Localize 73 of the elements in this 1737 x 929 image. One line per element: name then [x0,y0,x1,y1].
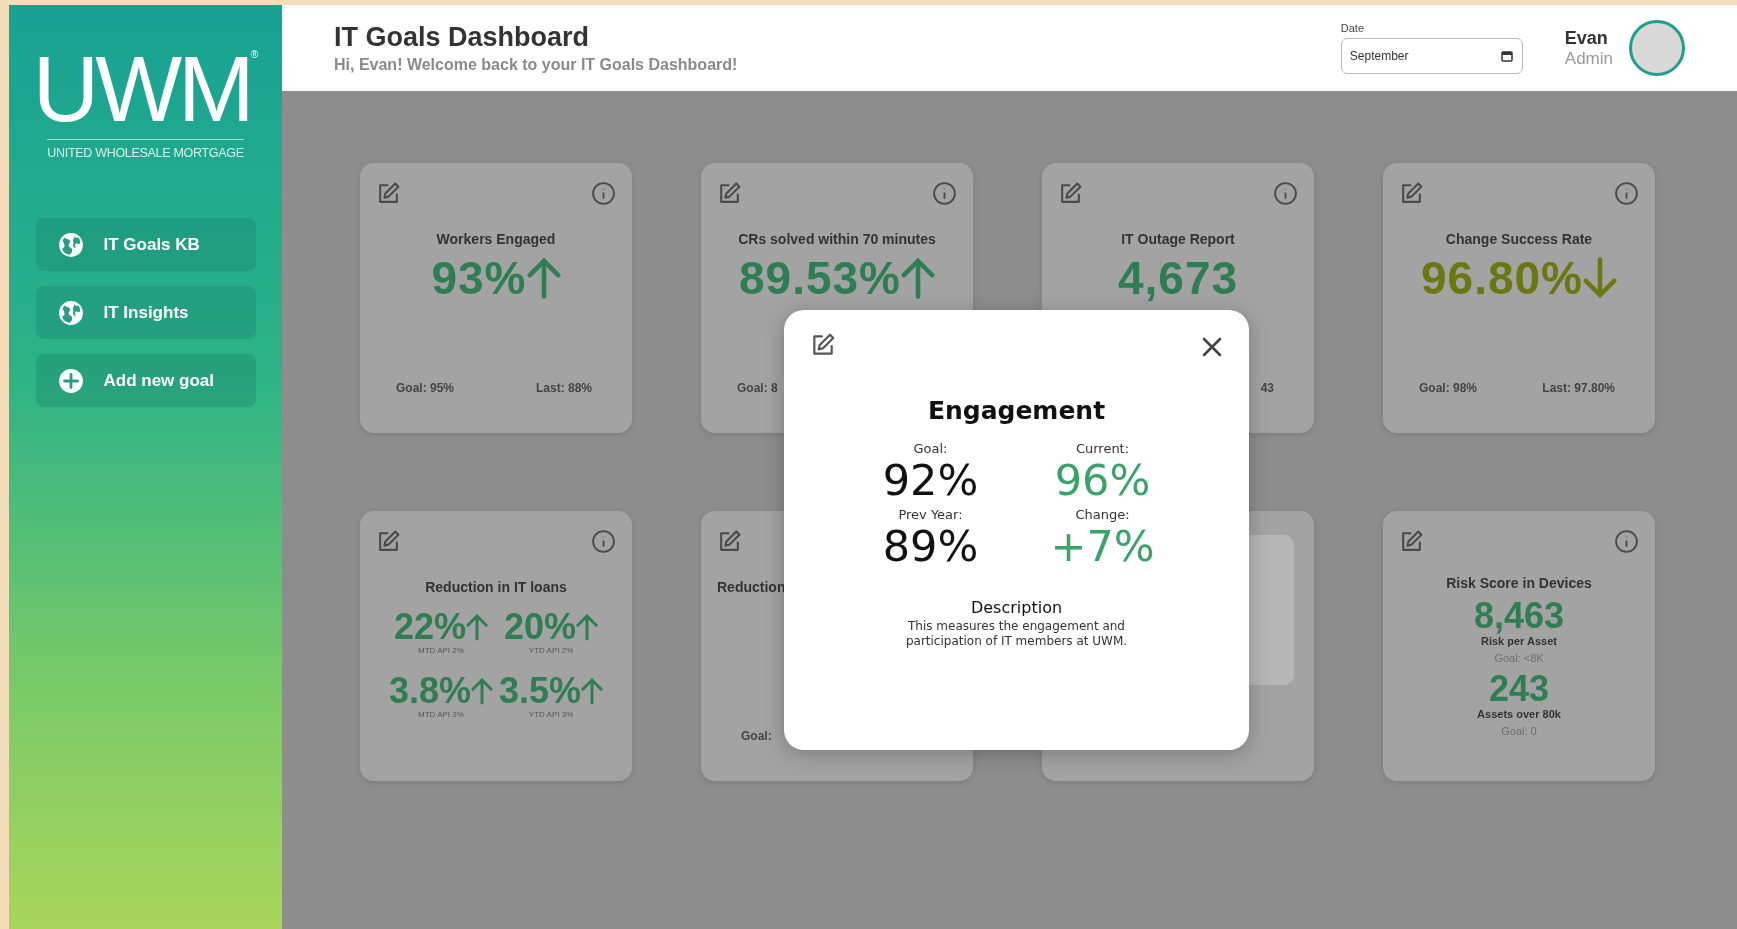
card-title: Reduction in IT loans [425,579,567,595]
metric-value: 96.80% [1421,251,1583,305]
welcome-text: Hi, Evan! Welcome back to your IT Goals Dashboard! [334,56,739,74]
description-text: This measures the engagement and participation of IT members at UWM. [904,618,1129,651]
edit-icon[interactable] [717,529,742,554]
stat-value: 96% [1054,456,1151,506]
sidebar-item[interactable]: IT Goals KB [35,218,256,271]
metric-value: 22% [393,609,466,645]
card-title: Change Success Rate [1445,231,1593,247]
info-icon[interactable] [932,181,957,206]
date-field[interactable]: September [1340,38,1523,74]
description-heading: Description [970,597,1063,617]
metric-value: 3.8% [388,673,471,709]
info-icon[interactable] [1614,181,1639,206]
metric-value: 4,673 [1117,251,1239,305]
edit-icon[interactable] [810,332,836,358]
logo-mark: UWM [32,43,251,135]
sidebar-item[interactable]: Add new goal [35,354,256,407]
metric-label: Risk per Asset [1481,634,1557,647]
registered-mark: ® [250,49,259,60]
metric-sublabel: YTD API 2% [528,646,574,655]
card-title: Reduction [717,579,786,595]
metric-value: 20% [504,609,577,645]
metric-sublabel: MTD API 3% [418,710,464,719]
info-icon[interactable] [1273,181,1298,206]
last-text: 43 [1260,381,1274,395]
card-title: Risk Score in Devices [1446,575,1592,591]
card-title: CRs solved within 70 minutes [738,231,936,247]
info-icon[interactable] [1614,529,1639,554]
metric-value: 8,463 [1473,597,1565,635]
last-text: Last: 97.80% [1542,381,1615,395]
metric-sublabel: MTD API 2% [418,646,464,655]
metric-value: 3.5% [499,673,582,709]
user-name: Evan [1564,27,1609,49]
edit-icon[interactable] [717,181,742,206]
info-icon[interactable] [591,181,616,206]
plus-icon [57,367,84,394]
last-text: Last: 88% [535,381,592,395]
info-icon[interactable] [591,529,616,554]
card-title: Workers Engaged [436,231,556,247]
page-title: IT Goals Dashboard [334,22,591,53]
stat-value: 92% [882,456,979,506]
goal-text: Goal: 95% [396,381,455,395]
close-icon[interactable] [1201,336,1223,358]
goal-text: Goal: 8 [737,381,778,395]
metric-value: 93% [431,251,527,305]
goal-text: Goal: 98% [1419,381,1478,395]
stat-value: 89% [882,522,979,572]
globe-icon [57,231,84,258]
logo-tagline: UNITED WHOLESALE MORTGAGE [47,139,244,160]
metric-value: 89.53% [739,251,901,305]
metric-label: Assets over 80k [1477,707,1561,720]
date-label: Date [1340,22,1366,34]
dialog-title: Engagement [927,396,1106,425]
stat-label: Prev Year: [898,507,963,523]
metric-value: 243 [1488,669,1550,708]
edit-icon[interactable] [376,529,401,554]
card-title: IT Outage Report [1121,231,1235,247]
stat-label: Current: [1075,441,1130,456]
calendar-icon[interactable] [1499,49,1514,63]
stat-label: Goal: [913,441,948,456]
metric-sublabel: YTD API 3% [528,710,574,719]
stat-label: Change: [1075,507,1130,523]
stat-value: +7% [1050,522,1155,572]
edit-icon[interactable] [1058,181,1083,206]
globe-icon [57,299,84,326]
sidebar-item[interactable]: IT Insights [35,286,256,339]
goal-text: Goal: [741,729,772,743]
avatar[interactable] [1629,20,1685,76]
user-role: Admin [1564,48,1613,69]
edit-icon[interactable] [1399,181,1424,206]
edit-icon[interactable] [1399,529,1424,554]
edit-icon[interactable] [376,181,401,206]
